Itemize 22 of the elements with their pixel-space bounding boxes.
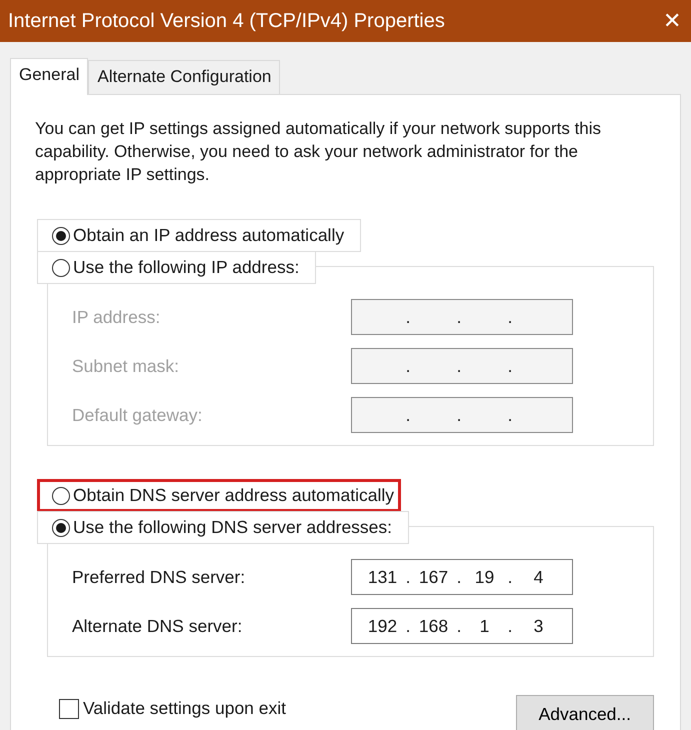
radio-option[interactable]: Obtain an IP address automatically [37, 219, 362, 252]
radio-icon [52, 258, 70, 276]
description-text: You can get IP settings assigned automatically if your network supports this capability. Otherwise, you need to ask your network administrator for the appropriate IP settings. [35, 118, 602, 186]
ip-address-field[interactable]: 131 . 167 . 19 . 4 [351, 559, 573, 595]
field-label: IP address: [72, 306, 160, 328]
field-label: Preferred DNS server: [72, 566, 246, 588]
radio-option[interactable]: Use the following IP address: [37, 251, 316, 284]
radio-icon [52, 226, 70, 244]
field-label: Alternate DNS server: [72, 616, 242, 636]
validate-checkbox[interactable]: Validate settings upon exit [59, 698, 286, 719]
tab[interactable]: Alternate Configuration [88, 60, 280, 94]
radio-icon [52, 486, 70, 504]
ip-address-field[interactable]: 192 . 168 . 1 . 3 [351, 608, 573, 644]
radio-icon [52, 518, 70, 536]
field-label: Subnet mask: [72, 356, 179, 376]
field-label: Default gateway: [72, 404, 202, 426]
radio-option[interactable]: Obtain DNS server address automatically [37, 479, 401, 512]
radio-option[interactable]: Use the following DNS server addresses: [37, 511, 410, 544]
window-title: Internet Protocol Version 4 (TCP/IPv4) Properties [8, 10, 445, 32]
advanced-button[interactable]: Advanced... [516, 695, 654, 730]
tab[interactable]: General [10, 58, 88, 95]
close-icon[interactable]: ✕ [663, 8, 681, 34]
